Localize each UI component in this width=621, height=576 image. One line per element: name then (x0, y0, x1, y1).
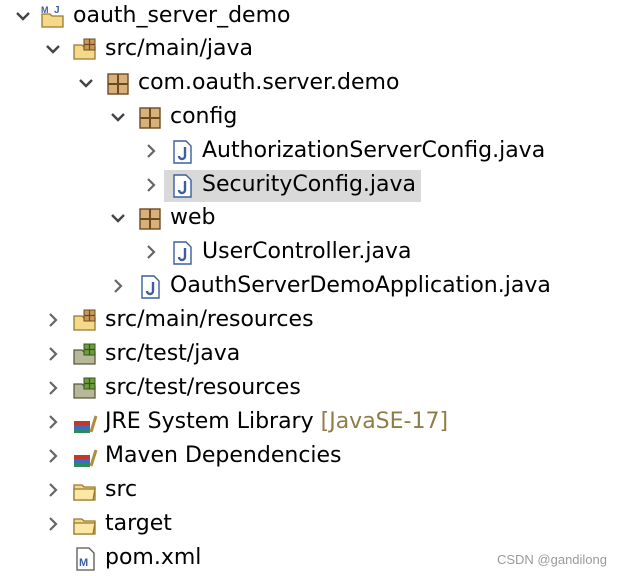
chevron-right-icon[interactable] (44, 413, 62, 431)
java-file-icon (169, 139, 195, 165)
chevron-right-icon[interactable] (44, 447, 62, 465)
package-icon (137, 105, 163, 131)
tree-item-authorization-server-config[interactable]: AuthorizationServerConfig.java (0, 135, 621, 169)
chevron-right-icon[interactable] (142, 176, 160, 194)
tree-item-src-test-java[interactable]: src/test/java (0, 338, 621, 372)
tree-item-jre-system-library[interactable]: JRE System Library [JavaSE-17] (0, 406, 621, 440)
tree-item-label: OauthServerDemoApplication.java (170, 273, 551, 298)
java-file-icon (137, 274, 163, 300)
tree-item-package-config[interactable]: config (0, 101, 621, 135)
tree-item-label: AuthorizationServerConfig.java (202, 138, 546, 163)
chevron-down-icon[interactable] (109, 108, 127, 126)
chevron-right-icon[interactable] (44, 481, 62, 499)
tree-item-project[interactable]: oauth_server_demo (0, 0, 621, 34)
folder-icon (72, 512, 98, 538)
tree-item-label: target (105, 511, 172, 536)
tree-item-src-test-resources[interactable]: src/test/resources (0, 372, 621, 406)
tree-item-application-class[interactable]: OauthServerDemoApplication.java (0, 270, 621, 304)
chevron-down-icon[interactable] (14, 7, 32, 25)
tree-item-package-root[interactable]: com.oauth.server.demo (0, 67, 621, 101)
chevron-right-icon[interactable] (44, 345, 62, 363)
tree-item-label: src (105, 477, 138, 502)
tree-item-label: src/test/java (105, 341, 241, 366)
tree-item-label: config (170, 104, 238, 129)
source-folder-icon (72, 37, 98, 63)
tree-item-label: src/main/java (105, 36, 254, 61)
chevron-right-icon[interactable] (109, 277, 127, 295)
folder-icon (72, 478, 98, 504)
maven-project-icon (40, 4, 66, 30)
chevron-right-icon[interactable] (142, 142, 160, 160)
tree-item-label: pom.xml (105, 545, 202, 570)
tree-item-label: src/test/resources (105, 375, 301, 400)
tree-item-label: SecurityConfig.java (202, 172, 417, 197)
library-icon (72, 444, 98, 470)
chevron-right-icon[interactable] (44, 515, 62, 533)
source-folder-icon (72, 308, 98, 334)
tree-item-label: com.oauth.server.demo (138, 70, 400, 95)
tree-item-label: web (170, 205, 216, 230)
tree-item-target[interactable]: target (0, 508, 621, 542)
tree-item-security-config[interactable]: SecurityConfig.java (0, 169, 621, 203)
package-icon (137, 206, 163, 232)
tree-item-src[interactable]: src (0, 474, 621, 508)
tree-item-src-main-java[interactable]: src/main/java (0, 33, 621, 67)
library-version-decoration: [JavaSE-17] (320, 409, 449, 434)
tree-item-user-controller[interactable]: UserController.java (0, 236, 621, 270)
library-name: JRE System Library (105, 409, 314, 434)
tree-item-src-main-resources[interactable]: src/main/resources (0, 304, 621, 338)
tree-item-label: Maven Dependencies (105, 443, 342, 468)
maven-xml-file-icon (72, 546, 98, 572)
tree-item-package-web[interactable]: web (0, 202, 621, 236)
watermark: CSDN @gandilong (496, 552, 607, 567)
chevron-down-icon[interactable] (109, 209, 127, 227)
java-file-icon (169, 240, 195, 266)
tree-item-label: src/main/resources (105, 307, 314, 332)
tree-item-label: UserController.java (202, 239, 412, 264)
tree-item-maven-dependencies[interactable]: Maven Dependencies (0, 440, 621, 474)
test-source-folder-icon (72, 342, 98, 368)
package-icon (105, 71, 131, 97)
chevron-right-icon[interactable] (44, 379, 62, 397)
tree-item-label: JRE System Library [JavaSE-17] (105, 407, 448, 437)
test-source-folder-icon (72, 376, 98, 402)
tree-item-label: oauth_server_demo (73, 3, 291, 28)
chevron-down-icon[interactable] (77, 74, 95, 92)
java-file-icon (169, 173, 195, 199)
chevron-right-icon[interactable] (44, 311, 62, 329)
library-icon (72, 410, 98, 436)
chevron-right-icon[interactable] (142, 243, 160, 261)
chevron-down-icon[interactable] (44, 40, 62, 58)
